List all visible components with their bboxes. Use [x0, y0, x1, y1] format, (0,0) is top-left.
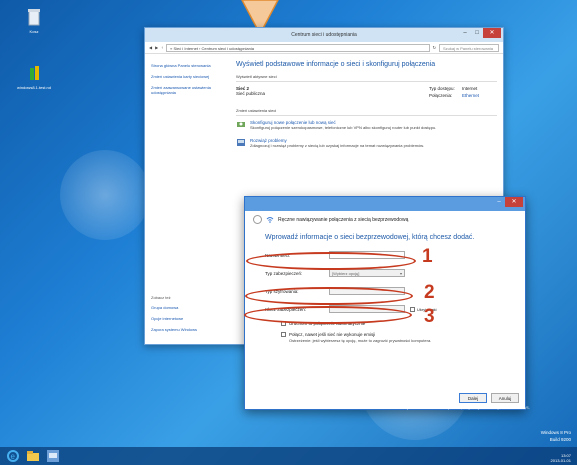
access-type-label: Typ dostępu:	[429, 86, 455, 91]
left-nav: Strona główna Panelu sterowania Zmień us…	[145, 55, 230, 344]
access-type-value: Internet	[462, 86, 478, 91]
recycle-bin-icon[interactable]: Kosz	[14, 8, 54, 34]
address-bar[interactable]: « Sieć i Internet › Centrum sieci i udos…	[166, 43, 430, 52]
wifi-icon	[266, 216, 274, 223]
minimize-button[interactable]: –	[459, 28, 471, 38]
callout-oval-1	[246, 252, 416, 270]
active-networks-label: Wyświetl aktywne sieci	[236, 74, 497, 82]
network-row: Sieć 2 Sieć publiczna Typ dostępu: Inter…	[236, 86, 497, 98]
hidden-network-checkbox[interactable]	[281, 332, 286, 337]
file-explorer-icon[interactable]	[26, 449, 40, 463]
watermark-line1: Windows 8 Pro	[540, 430, 571, 435]
maximize-button[interactable]: □	[471, 28, 483, 38]
see-also-firewall[interactable]: Zapora systemu Windows	[151, 327, 231, 332]
os-watermark: Windows 8 Pro Build 9200	[541, 429, 571, 443]
network-center-titlebar[interactable]: Centrum sieci i udostępniania – □ ✕	[145, 28, 503, 42]
refresh-icon[interactable]: ↻	[433, 45, 436, 50]
see-also: Zobacz też Grupa domowa Opcje internetow…	[151, 295, 231, 338]
address-bar-row: ◀ ▶ ↑ « Sieć i Internet › Centrum sieci …	[145, 42, 503, 54]
desktop: Kosz windows8.1.test.nd Centrum sieci i …	[0, 0, 577, 465]
callout-number-1: 1	[422, 246, 433, 267]
nav-link-home[interactable]: Strona główna Panelu sterowania	[151, 63, 224, 68]
connections-label: Połączenia:	[429, 93, 453, 98]
forward-arrow-icon[interactable]: ▶	[155, 45, 158, 50]
back-arrow-icon[interactable]: ◀	[149, 45, 152, 50]
hidden-network-option[interactable]: Połącz, nawet jeśli sieć nie wykonuje em…	[281, 332, 525, 343]
nav-link-sharing[interactable]: Zmień zaawansowane ustawienia udostępnia…	[151, 85, 224, 95]
privacy-warning: Ostrzeżenie: jeśli wybierzesz tę opcję, …	[289, 338, 432, 343]
shortcut-label: windows8.1.test.nd	[16, 85, 52, 90]
callout-oval-2	[245, 287, 413, 305]
hide-chars-checkbox[interactable]	[410, 306, 415, 312]
dialog-title: Ręczne nawiązywanie połączenia z siecią …	[278, 216, 409, 223]
wireless-dialog-titlebar[interactable]: – ✕	[245, 197, 525, 211]
connections-value[interactable]: Ethernet	[462, 93, 497, 98]
recycle-bin-label: Kosz	[29, 29, 39, 34]
security-type-label: Typ zabezpieczeń:	[265, 270, 303, 276]
task-desc: Zdiagnozuj i rozwiąż problemy z siecią l…	[250, 143, 425, 148]
task-troubleshoot[interactable]: Rozwiąż problemy Zdiagnozuj i rozwiąż pr…	[236, 138, 497, 148]
network-setup-icon	[237, 122, 245, 127]
close-button[interactable]: ✕	[483, 28, 501, 38]
activate-windows-text: Aktywuj system Windows Przejdź do ustawi…	[398, 400, 531, 410]
dialog-header: Ręczne nawiązywanie połączenia z siecią …	[245, 211, 525, 228]
taskbar: e 13:07 2013-01-01	[0, 447, 577, 465]
up-arrow-icon[interactable]: ↑	[161, 45, 163, 50]
callout-oval-3	[244, 306, 412, 324]
back-button[interactable]	[253, 215, 262, 224]
callout-number-2: 2	[424, 282, 435, 303]
nav-link-adapter[interactable]: Zmień ustawienia karty sieciowej	[151, 74, 224, 79]
shortcut-icon[interactable]: windows8.1.test.nd	[8, 64, 60, 90]
svg-text:e: e	[11, 452, 16, 461]
change-settings-label: Zmień ustawienia sieci	[236, 108, 497, 116]
task-desc: Skonfiguruj połączenie szerokopasmowe, t…	[250, 125, 437, 130]
search-input[interactable]: Szukaj w Panelu sterowania	[439, 43, 499, 52]
network-center-taskbar-icon[interactable]	[46, 449, 60, 463]
callout-number-3: 3	[424, 306, 435, 327]
page-title: Wyświetl podstawowe informacje o sieci i…	[236, 61, 436, 68]
see-also-heading: Zobacz też	[151, 295, 171, 300]
internet-explorer-icon[interactable]: e	[6, 449, 20, 463]
watermark-line2: Build 9200	[549, 437, 571, 442]
network-type[interactable]: Sieć publiczna	[236, 91, 265, 96]
dialog-heading: Wprowadź informacje o sieci bezprzewodow…	[265, 234, 475, 241]
task-new-connection[interactable]: Skonfiguruj nowe połączenie lub nową sie…	[236, 120, 497, 130]
security-type-select[interactable]: [Wybierz opcję]	[329, 269, 405, 277]
dialog-minimize-button[interactable]: –	[493, 197, 505, 207]
window-title: Centrum sieci i udostępniania	[291, 32, 357, 38]
troubleshoot-icon	[237, 139, 245, 146]
tray-date: 2013-01-01	[550, 458, 571, 463]
see-also-internet-options[interactable]: Opcje internetowe	[151, 316, 231, 321]
hidden-network-label: Połącz, nawet jeśli sieć nie wykonuje em…	[289, 332, 376, 337]
dialog-close-button[interactable]: ✕	[505, 197, 523, 207]
see-also-homegroup[interactable]: Grupa domowa	[151, 305, 231, 310]
system-tray[interactable]: 13:07 2013-01-01	[551, 453, 571, 463]
